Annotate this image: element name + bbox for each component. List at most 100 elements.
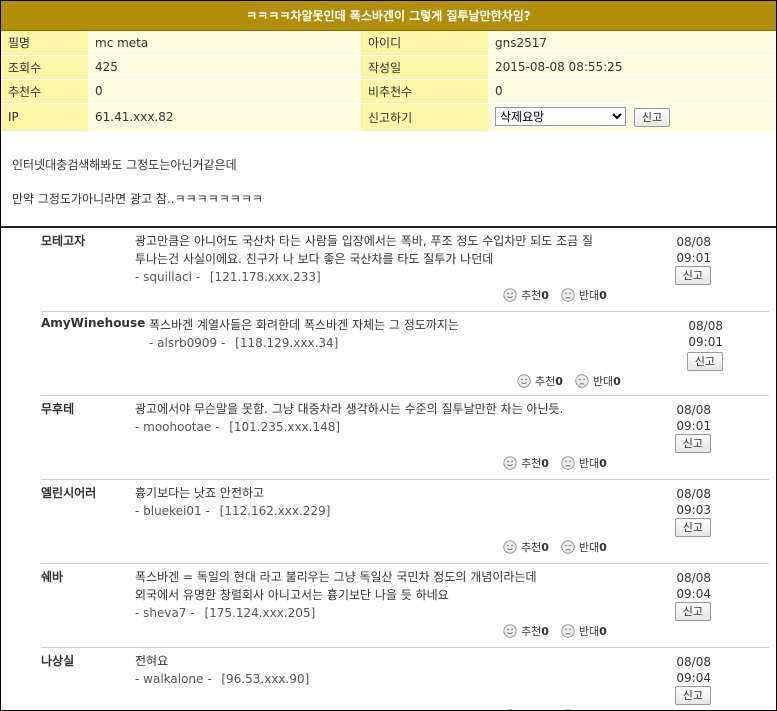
comment-text-line: 광고만큼은 아니어도 국산차 타는 사람들 입장에서는 폭바, 푸조 정도 수입… [135, 233, 594, 248]
smile-face-icon[interactable] [503, 287, 517, 302]
info-row-author: 필명 mc meta 아이디 gns2517 [1, 31, 776, 56]
views-value: 425 [88, 55, 361, 80]
post-title: ㅋㅋㅋㅋ차알못인데 폭스바겐이 그렇게 질투날만한차임? [1, 1, 776, 31]
comment-date: 08/08 [688, 318, 723, 333]
oppose-count: 0 [613, 374, 621, 388]
post-info-table: 필명 mc meta 아이디 gns2517 조회수 425 작성일 2015-… [1, 31, 776, 132]
comment-report-button[interactable]: 신고 [674, 265, 711, 285]
comment-meta: - squillaci - [121.178.xxx.233] [135, 268, 593, 286]
author-label: 필명 [1, 31, 88, 56]
report-button[interactable]: 신고 [633, 107, 671, 127]
smile-face-icon[interactable] [503, 623, 517, 638]
comment-votes: 추천0 반대0 [517, 373, 621, 389]
views-label: 조회수 [1, 55, 88, 80]
comment-votes: 추천0 반대0 [503, 455, 607, 471]
ip-value: 61.41.xxx.82 [88, 103, 361, 132]
sad-face-icon[interactable] [561, 455, 575, 470]
comment-body: 광고에서야 무슨말을 못함. 그냥 대중차라 생각하시는 수준의 질투날만한 차… [135, 400, 563, 436]
comment-time: 09:01 [688, 334, 723, 349]
comment-datetime: 08/08 09:01 [676, 402, 711, 434]
comment-user-id: - bluekei01 - [135, 503, 214, 518]
comment-author[interactable]: 쉐바 [41, 568, 63, 585]
comment-text-line: 전혀요 [135, 653, 169, 668]
comment-datetime: 08/08 09:01 [676, 234, 711, 266]
comment-user-id: - sheva7 - [135, 605, 199, 620]
report-reason-select[interactable]: 삭제요망 [495, 107, 626, 127]
recommend-label[interactable]: 추천0 [521, 623, 549, 639]
comment-item: 나상실 전혀요 - walkalone - [96.53.xxx.90] 08/08 0… [41, 648, 769, 711]
comment-time: 09:03 [676, 502, 711, 517]
date-value: 2015-08-08 08:55:25 [488, 55, 776, 80]
oppose-label[interactable]: 반대0 [579, 287, 607, 303]
comment-author[interactable]: 엘린시어러 [41, 484, 96, 501]
oppose-count: 0 [599, 288, 607, 302]
comment-datetime: 08/08 09:04 [676, 570, 711, 602]
disrecommend-label: 비추천수 [361, 79, 488, 104]
smile-face-icon[interactable] [503, 455, 517, 470]
recommend-label[interactable]: 추천0 [521, 539, 549, 555]
comment-meta: - moohootae - [101.235.xxx.148] [135, 418, 563, 436]
oppose-label[interactable]: 반대0 [579, 539, 607, 555]
sad-face-icon[interactable] [561, 287, 575, 302]
comment-item: 무후테 광고에서야 무슨말을 못함. 그냥 대중차라 생각하시는 수준의 질투날만… [41, 396, 769, 480]
comment-time: 09:04 [676, 670, 711, 685]
comment-meta: - sheva7 - [175.124.xxx.205] [135, 604, 536, 622]
recommend-count: 0 [541, 540, 549, 554]
comment-text-line: 폭스바겐 계열사들은 화려한데 폭스바겐 자체는 그 정도까지는 [149, 317, 459, 332]
recommend-label[interactable]: 추천0 [521, 287, 549, 303]
post-body-line: 인터넷대충검색해봐도 그정도는아닌거같은데 [12, 157, 237, 172]
author-value: mc meta [88, 31, 361, 56]
oppose-label[interactable]: 반대0 [593, 373, 621, 389]
comment-author[interactable]: AmyWinehouse [41, 316, 145, 330]
oppose-count: 0 [599, 456, 607, 470]
page-frame: ㅋㅋㅋㅋ차알못인데 폭스바겐이 그렇게 질투날만한차임? 필명 mc meta … [0, 0, 777, 711]
comment-date: 08/08 [676, 654, 711, 669]
userid-value: gns2517 [488, 31, 776, 56]
oppose-label[interactable]: 반대0 [579, 623, 607, 639]
ip-label: IP [1, 103, 88, 132]
comment-author[interactable]: 나상실 [41, 652, 74, 669]
comment-ip: [121.178.xxx.233] [209, 269, 321, 284]
comment-votes: 추천0 반대0 [503, 287, 607, 303]
recommend-count: 0 [541, 624, 549, 638]
recommend-label[interactable]: 추천0 [521, 708, 549, 711]
comment-report-button[interactable]: 신고 [674, 685, 711, 705]
comment-user-id: - walkalone - [135, 671, 216, 686]
comment-date: 08/08 [676, 486, 711, 501]
info-row-ip: IP 61.41.xxx.82 신고하기 삭제요망 신고 [1, 103, 776, 132]
oppose-label[interactable]: 반대0 [579, 708, 607, 711]
smile-face-icon[interactable] [517, 373, 531, 388]
comment-time: 09:01 [676, 418, 711, 433]
comment-author[interactable]: 모테고자 [41, 232, 85, 249]
sad-face-icon[interactable] [561, 623, 575, 638]
info-row-views: 조회수 425 작성일 2015-08-08 08:55:25 [1, 55, 776, 80]
smile-face-icon[interactable] [503, 539, 517, 554]
comment-report-button[interactable]: 신고 [674, 517, 711, 537]
report-label: 신고하기 [361, 103, 488, 132]
sad-face-icon[interactable] [561, 539, 575, 554]
comment-votes: 추천0 반대0 [503, 623, 607, 639]
comment-body: 광고만큼은 아니어도 국산차 타는 사람들 입장에서는 폭바, 푸조 정도 수입… [135, 232, 593, 286]
comment-report-button[interactable]: 신고 [686, 351, 723, 371]
recommend-count: 0 [541, 288, 549, 302]
comment-ip: [118.129.xxx.34] [235, 335, 339, 350]
recommend-label[interactable]: 추천0 [521, 455, 549, 471]
comment-body: 폭스바겐 = 독일의 현대 라고 불리우는 그냥 독일산 국민차 정도의 개념이… [135, 568, 536, 622]
sad-face-icon[interactable] [575, 373, 589, 388]
comment-body: 흉기보다는 낫죠 안전하고 - bluekei01 - [112.162.xxx.… [135, 484, 330, 520]
comment-meta: - alsrb0909 - [118.129.xxx.34] [149, 334, 459, 352]
comment-item: 쉐바 폭스바겐 = 독일의 현대 라고 불리우는 그냥 독일산 국민차 정도의 개… [41, 564, 769, 648]
comment-time: 09:04 [676, 586, 711, 601]
comment-user-id: - squillaci - [135, 269, 204, 284]
oppose-label[interactable]: 반대0 [579, 455, 607, 471]
comment-votes: 추천0 반대0 [503, 708, 607, 711]
recommend-label[interactable]: 추천0 [535, 373, 563, 389]
post-body: 인터넷대충검색해봐도 그정도는아닌거같은데 만약 그정도가아니라면 광고 참..… [1, 132, 776, 228]
userid-label: 아이디 [361, 31, 488, 56]
post-body-line: 만약 그정도가아니라면 광고 참..ㅋㅋㅋㅋㅋㅋㅋㅋ [12, 191, 263, 206]
comment-text-line: 폭스바겐 = 독일의 현대 라고 불리우는 그냥 독일산 국민차 정도의 개념이… [135, 569, 537, 584]
comment-report-button[interactable]: 신고 [674, 601, 711, 621]
comment-author[interactable]: 무후테 [41, 400, 74, 417]
info-row-votes: 추천수 0 비추천수 0 [1, 79, 776, 104]
comment-report-button[interactable]: 신고 [674, 433, 711, 453]
